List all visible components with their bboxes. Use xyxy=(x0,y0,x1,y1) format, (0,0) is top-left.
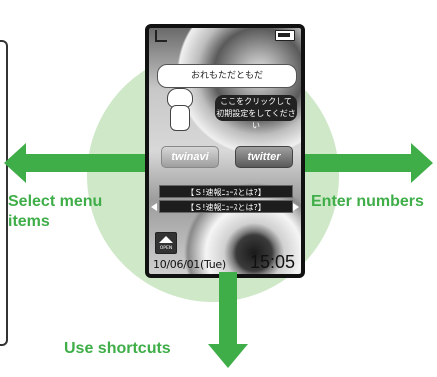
left-bracket xyxy=(0,40,8,346)
enter-numbers-label: Enter numbers xyxy=(311,193,424,210)
select-menu-label: Select menu items xyxy=(8,193,103,230)
battery-icon xyxy=(275,30,295,41)
dog-mascot-icon[interactable] xyxy=(163,88,195,132)
setup-hint-line2: 初期設定をしてください xyxy=(216,109,296,130)
arrow-right-icon xyxy=(289,143,433,183)
news-ticker-1[interactable]: 【Ｓ!速報ﾆｭｰｽとは?】 xyxy=(159,185,293,198)
setup-hint-line1: ここをクリックして xyxy=(220,97,292,106)
setup-hint-bubble[interactable]: ここをクリックして 初期設定をしてください xyxy=(215,95,297,130)
news-ticker-2[interactable]: 【Ｓ!速報ﾆｭｰｽとは?】 xyxy=(159,200,293,213)
arrow-left-icon xyxy=(4,143,146,183)
greeting-bubble: おれもただともだ xyxy=(157,64,297,88)
status-bar xyxy=(149,28,301,42)
twinavi-button[interactable]: twinavi xyxy=(161,146,219,168)
arrow-down-icon xyxy=(208,272,248,368)
time-display: 15:05 xyxy=(249,252,295,272)
twitter-button[interactable]: twitter xyxy=(235,146,293,168)
use-shortcuts-label: Use shortcuts xyxy=(64,340,171,357)
date-display: 10/06/01(Tue) xyxy=(153,258,226,271)
ticker-right-arrow-icon[interactable] xyxy=(293,203,299,211)
antenna-icon xyxy=(155,30,167,42)
open-button[interactable]: OPEN xyxy=(155,232,177,254)
standby-screen: おれもただともだ ここをクリックして 初期設定をしてください twinavi t… xyxy=(149,28,301,274)
phone-display: おれもただともだ ここをクリックして 初期設定をしてください twinavi t… xyxy=(145,24,305,278)
ticker-left-arrow-icon[interactable] xyxy=(151,203,157,211)
open-label: OPEN xyxy=(159,246,173,251)
